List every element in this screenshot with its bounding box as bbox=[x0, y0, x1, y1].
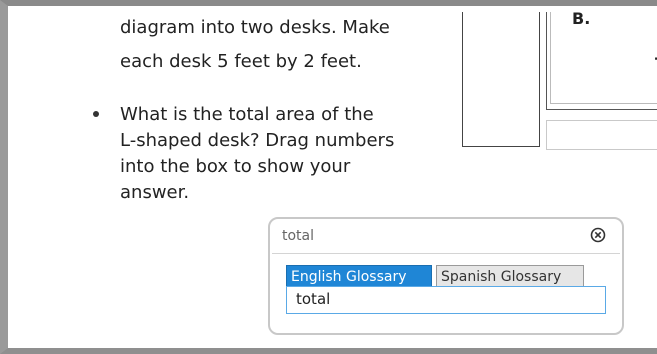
diagram-top-inner bbox=[550, 12, 657, 104]
bullet-line-1: What is the total area of the bbox=[120, 104, 374, 125]
bullet-line-4: answer. bbox=[120, 182, 190, 203]
bullet-line-2: L-shaped desk? Drag numbers bbox=[120, 130, 395, 151]
screen-frame: diagram into two desks. Make each desk 5… bbox=[0, 0, 657, 354]
bullet-icon bbox=[93, 111, 99, 117]
content-area: diagram into two desks. Make each desk 5… bbox=[16, 12, 657, 342]
diagram-label-b: B. bbox=[572, 12, 591, 28]
glossary-popup: total English Glossary Spanish Glossary … bbox=[268, 217, 624, 335]
question-line-1: diagram into two desks. Make bbox=[120, 17, 390, 38]
tab-spanish-glossary[interactable]: Spanish Glossary bbox=[436, 265, 584, 287]
l-shaped-desk-diagram: B. T bbox=[462, 12, 657, 156]
question-line-2: each desk 5 feet by 2 feet. bbox=[120, 51, 362, 72]
bullet-line-3: into the box to show your bbox=[120, 156, 351, 177]
diagram-left-column bbox=[462, 12, 540, 147]
glossary-definition: total bbox=[286, 286, 606, 314]
glossary-divider bbox=[272, 253, 620, 254]
close-circle-icon[interactable] bbox=[590, 227, 606, 243]
tab-english-glossary[interactable]: English Glossary bbox=[286, 265, 432, 287]
glossary-term-title: total bbox=[282, 228, 315, 244]
answer-drop-box[interactable] bbox=[546, 120, 657, 150]
